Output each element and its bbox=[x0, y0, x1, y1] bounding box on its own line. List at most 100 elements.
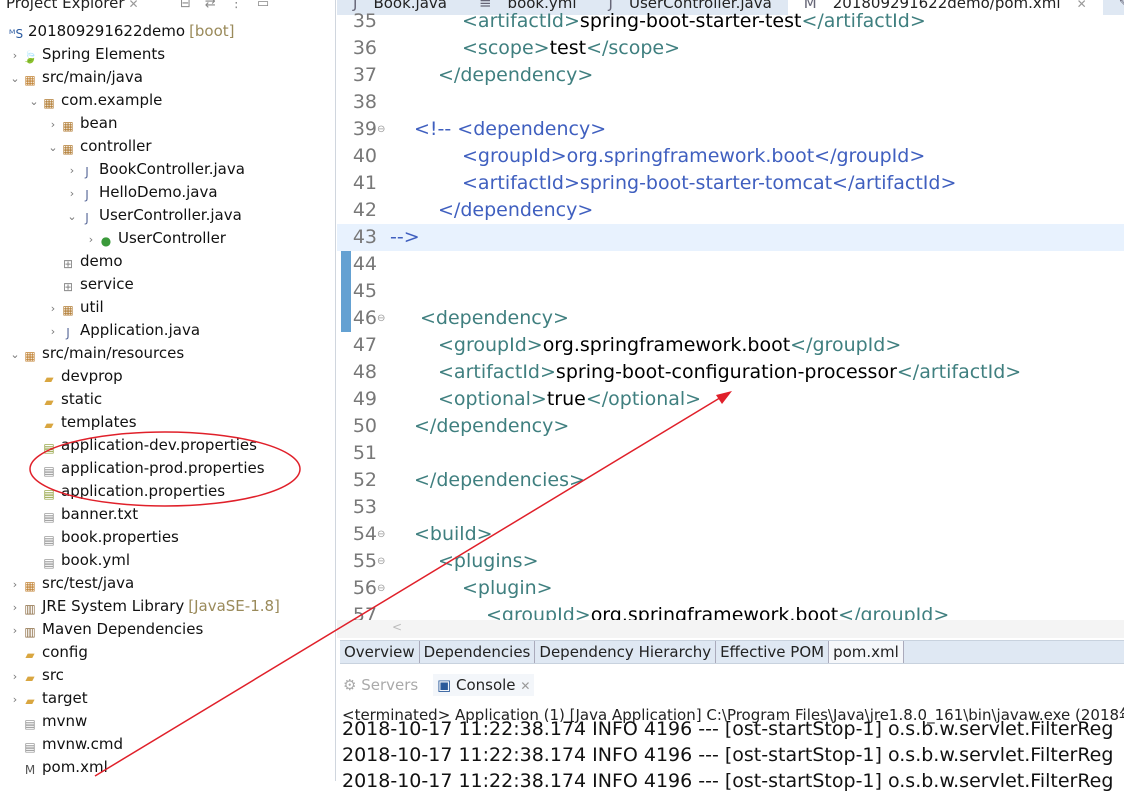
fold-icon[interactable]: ⊖ bbox=[377, 548, 385, 575]
chevron-right-icon[interactable]: › bbox=[46, 320, 60, 343]
tree-item[interactable]: ⊞ demo bbox=[46, 250, 123, 273]
tree-item[interactable]: Mpom.xml bbox=[8, 756, 108, 779]
chevron-right-icon[interactable]: › bbox=[8, 596, 22, 619]
tree-item[interactable]: ▤ book.properties bbox=[27, 526, 179, 549]
chevron-down-icon[interactable]: ⌄ bbox=[65, 205, 79, 228]
code-line[interactable]: 55 ⊖ <plugins> bbox=[337, 548, 1124, 575]
tree-item[interactable]: › ▰ target bbox=[8, 687, 88, 710]
code-line[interactable]: 42 </dependency> bbox=[337, 197, 1124, 224]
code-line[interactable]: 56 ⊖ <plugin> bbox=[337, 575, 1124, 602]
tree-item[interactable]: ▰ templates bbox=[27, 411, 136, 434]
fold-icon[interactable]: ⊖ bbox=[377, 575, 385, 602]
tree-item[interactable]: › ▥ JRE System Library [JavaSE-1.8] bbox=[8, 595, 280, 618]
tree-item[interactable]: ⌄ ▦ src/main/resources bbox=[8, 342, 184, 365]
chevron-right-icon[interactable]: › bbox=[65, 182, 79, 205]
code-line[interactable]: 48 <artifactId>spring-boot-configuration-… bbox=[337, 359, 1124, 386]
tree-item[interactable]: ▤ application.properties bbox=[27, 480, 225, 503]
tree-item-label: Spring Elements bbox=[42, 45, 166, 63]
tree-item[interactable]: › ▥ Maven Dependencies bbox=[8, 618, 203, 641]
tree-item[interactable]: ⌄ ▦ src/main/java bbox=[8, 66, 143, 89]
tree-item[interactable]: › J Application.java bbox=[46, 319, 200, 342]
minimize-icon[interactable]: ▭ bbox=[257, 0, 283, 11]
chevron-right-icon[interactable]: › bbox=[8, 665, 22, 688]
view-menu-icon[interactable]: ⋮ bbox=[230, 0, 257, 11]
code-line[interactable]: 50 </dependency> bbox=[337, 413, 1124, 440]
chevron-down-icon[interactable]: ⌄ bbox=[8, 67, 22, 90]
code-line[interactable]: 45 bbox=[337, 278, 1124, 305]
servers-tab[interactable]: ⚙ Servers bbox=[343, 676, 418, 694]
code-line[interactable]: 52 </dependencies> bbox=[337, 467, 1124, 494]
horizontal-scrollbar[interactable]: < bbox=[337, 620, 1124, 638]
chevron-right-icon[interactable]: › bbox=[8, 44, 22, 67]
chevron-down-icon[interactable]: ⌄ bbox=[8, 343, 22, 366]
code-line[interactable]: 54 ⊖ <build> bbox=[337, 521, 1124, 548]
tree-item[interactable]: ⌄ ▦ com.example bbox=[27, 89, 162, 112]
chevron-right-icon[interactable]: › bbox=[8, 619, 22, 642]
chevron-down-icon[interactable]: ⌄ bbox=[27, 90, 41, 113]
pom-tab[interactable]: Overview bbox=[340, 641, 420, 663]
tree-item[interactable]: ▰ static bbox=[27, 388, 102, 411]
project-explorer-tab[interactable]: Project Explorer ✕ bbox=[6, 0, 139, 12]
tree-item[interactable]: ⌄ J UserController.java bbox=[65, 204, 241, 228]
chevron-right-icon[interactable]: › bbox=[65, 159, 79, 182]
tree-item[interactable]: ▤ book.yml bbox=[27, 549, 130, 572]
code-line[interactable]: 51 bbox=[337, 440, 1124, 467]
code-line[interactable]: 49 <optional>true</optional> bbox=[337, 386, 1124, 413]
code-line[interactable]: 35 <artifactId>spring-boot-starter-test</… bbox=[337, 8, 1124, 35]
code-line[interactable]: 40 <groupId>org.springframework.boot</gro… bbox=[337, 143, 1124, 170]
code-line[interactable]: 46 ⊖ <dependency> bbox=[337, 305, 1124, 332]
fold-icon[interactable]: ⊖ bbox=[377, 521, 385, 548]
chevron-right-icon[interactable]: › bbox=[8, 688, 22, 711]
java-file-icon: J bbox=[85, 188, 89, 202]
tree-item[interactable]: › 🍃 Spring Elements bbox=[8, 43, 165, 66]
chevron-down-icon[interactable]: ⌄ bbox=[46, 136, 60, 159]
tree-item[interactable]: ᴹS 201809291622demo [boot] bbox=[8, 20, 235, 43]
code-line[interactable]: 37 </dependency> bbox=[337, 62, 1124, 89]
tree-item[interactable]: ▤ mvnw bbox=[8, 710, 87, 733]
tree-item[interactable]: › ▰ src bbox=[8, 664, 64, 687]
tree-item[interactable]: ▤ application-dev.properties bbox=[27, 434, 257, 457]
pom-tab[interactable]: Dependency Hierarchy bbox=[535, 641, 717, 663]
code-line[interactable]: 39 ⊖ <!-- <dependency> bbox=[337, 116, 1124, 143]
tree-item[interactable]: ▤ mvnw.cmd bbox=[8, 733, 123, 756]
chevron-right-icon[interactable]: › bbox=[46, 297, 60, 320]
close-icon[interactable]: ✕ bbox=[129, 0, 139, 11]
code-line[interactable]: 53 bbox=[337, 494, 1124, 521]
code-line[interactable]: 36 <scope>test</scope> bbox=[337, 35, 1124, 62]
code-text: <!-- <dependency> bbox=[414, 116, 606, 143]
collapse-all-icon[interactable]: ⊟ bbox=[180, 0, 205, 11]
code-line[interactable]: 47 <groupId>org.springframework.boot</gro… bbox=[337, 332, 1124, 359]
chevron-right-icon[interactable]: › bbox=[46, 113, 60, 136]
pom-tab[interactable]: pom.xml bbox=[829, 641, 904, 663]
code-line[interactable]: 44 bbox=[337, 251, 1124, 278]
pom-tab[interactable]: Dependencies bbox=[420, 641, 536, 663]
fold-icon[interactable]: ⊖ bbox=[377, 116, 385, 143]
tree-item[interactable]: › ▦ src/test/java bbox=[8, 572, 134, 595]
code-line[interactable]: 43 --> bbox=[337, 224, 1124, 251]
tree-item[interactable]: ▤ application-prod.properties bbox=[27, 457, 265, 480]
tree-item[interactable]: ⊞ service bbox=[46, 273, 134, 296]
chevron-right-icon[interactable]: › bbox=[84, 228, 98, 251]
tree-item-label: BookController.java bbox=[99, 160, 245, 178]
pom-editor[interactable]: J Book.java ≡ book.yml J UserController.ja… bbox=[337, 0, 1124, 640]
code-line[interactable]: 41 <artifactId>spring-boot-starter-tomcat… bbox=[337, 170, 1124, 197]
tree-item[interactable]: ▰ config bbox=[8, 641, 88, 664]
chevron-right-icon[interactable]: › bbox=[8, 573, 22, 596]
fold-icon[interactable]: ⊖ bbox=[377, 305, 385, 332]
tree-item[interactable]: ⌄ ▦ controller bbox=[46, 135, 151, 159]
tree-item[interactable]: › ▦ util bbox=[46, 296, 104, 319]
tree-item-label: application-prod.properties bbox=[61, 459, 265, 477]
tree-item[interactable]: › J HelloDemo.java bbox=[65, 181, 218, 204]
tree-item[interactable]: ▤ banner.txt bbox=[27, 503, 138, 526]
tree-item[interactable]: › ● UserController bbox=[84, 227, 226, 250]
pom-tab[interactable]: Effective POM bbox=[716, 641, 830, 663]
tree-item[interactable]: › ▦ bean bbox=[46, 112, 118, 136]
close-icon[interactable]: ✕ bbox=[520, 679, 530, 693]
link-editor-icon[interactable]: ⇄ bbox=[205, 0, 230, 11]
tree-item[interactable]: ▰ devprop bbox=[27, 365, 122, 388]
tree-item[interactable]: › J BookController.java bbox=[65, 158, 245, 181]
code-line[interactable]: 38 bbox=[337, 89, 1124, 116]
console-tab[interactable]: ▣ Console ✕ bbox=[433, 674, 535, 696]
tree-item-label: application-dev.properties bbox=[61, 436, 257, 454]
scroll-left-icon[interactable]: < bbox=[392, 620, 402, 634]
